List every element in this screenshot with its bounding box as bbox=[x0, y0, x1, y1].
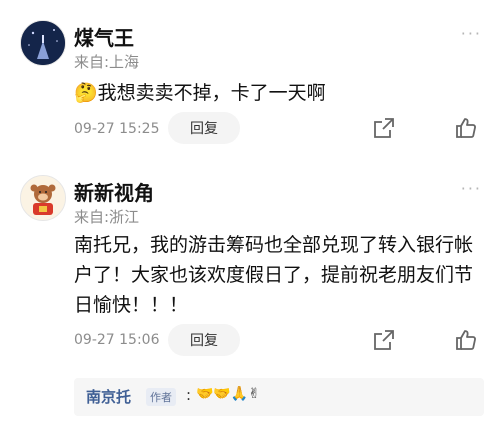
sub-reply-colon: : bbox=[186, 386, 192, 404]
thumbs-up-icon[interactable] bbox=[454, 116, 478, 140]
reply-button[interactable]: 回复 bbox=[168, 324, 240, 356]
avatar[interactable] bbox=[20, 20, 66, 66]
sub-reply-emoji: 🤝🤝🙏✌ bbox=[196, 386, 261, 402]
avatar-image bbox=[21, 176, 65, 220]
timestamp: 09-27 15:25 bbox=[74, 121, 160, 137]
sub-reply[interactable]: 南京托 作者 : 🤝🤝🙏✌ bbox=[74, 378, 484, 416]
share-icon[interactable] bbox=[372, 116, 396, 140]
username[interactable]: 煤气王 bbox=[74, 22, 134, 51]
share-icon[interactable] bbox=[372, 328, 396, 352]
comment-text: 🤔我想卖卖不掉，卡了一天啊 bbox=[74, 78, 484, 108]
avatar[interactable] bbox=[20, 175, 66, 221]
avatar-image bbox=[21, 21, 65, 65]
more-icon[interactable]: ··· bbox=[461, 179, 482, 198]
more-icon[interactable]: ··· bbox=[461, 24, 482, 43]
reply-button[interactable]: 回复 bbox=[168, 112, 240, 144]
thinking-emoji: 🤔 bbox=[74, 82, 98, 104]
sub-reply-username[interactable]: 南京托 bbox=[86, 386, 131, 407]
timestamp: 09-27 15:06 bbox=[74, 332, 160, 348]
author-badge: 作者 bbox=[146, 388, 176, 406]
comment-body: 南托兄，我的游击筹码也全部兑现了转入银行帐户了！大家也该欢度假日了，提前祝老朋友… bbox=[74, 234, 474, 316]
thumbs-up-icon[interactable] bbox=[454, 328, 478, 352]
username[interactable]: 新新视角 bbox=[74, 177, 154, 206]
comment-1: 煤气王 来自:上海 ··· 🤔我想卖卖不掉，卡了一天啊 09-27 15:25 … bbox=[0, 0, 500, 150]
location: 来自:上海 bbox=[74, 53, 140, 71]
comment-body: 我想卖卖不掉，卡了一天啊 bbox=[97, 82, 326, 104]
location: 来自:浙江 bbox=[74, 208, 140, 226]
